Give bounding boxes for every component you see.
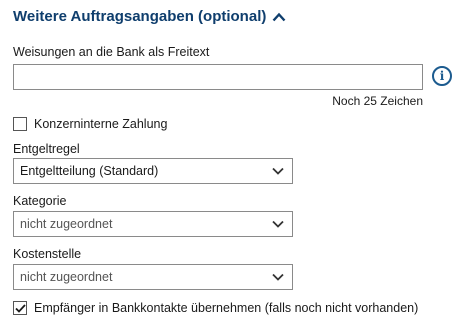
save-contact-label: Empfänger in Bankkontakte übernehmen (fa… [34, 301, 419, 315]
save-contact-checkbox[interactable] [13, 301, 27, 315]
freetext-field[interactable] [13, 64, 423, 90]
fee-rule-label: Entgeltregel [13, 142, 80, 156]
chevron-up-icon [272, 12, 286, 21]
chevron-down-icon [272, 167, 284, 175]
cost-center-value: nicht zugeordnet [20, 270, 113, 284]
character-counter: Noch 25 Zeichen [332, 94, 423, 108]
checkmark-icon [14, 303, 26, 313]
freetext-input[interactable] [14, 65, 422, 89]
section-toggle[interactable]: Weitere Auftragsangaben (optional) [13, 8, 286, 25]
category-select[interactable]: nicht zugeordnet [13, 211, 293, 237]
cost-center-label: Kostenstelle [13, 247, 82, 261]
fee-rule-select[interactable]: Entgeltteilung (Standard) [13, 158, 293, 184]
intercompany-checkbox[interactable] [13, 117, 27, 131]
intercompany-checkbox-row[interactable]: Konzerninterne Zahlung [13, 117, 167, 131]
fee-rule-value: Entgeltteilung (Standard) [20, 164, 159, 178]
category-label: Kategorie [13, 194, 67, 208]
save-contact-checkbox-row[interactable]: Empfänger in Bankkontakte übernehmen (fa… [13, 301, 418, 315]
freetext-label: Weisungen an die Bank als Freitext [13, 45, 210, 59]
info-icon[interactable]: i [432, 66, 452, 86]
section-title: Weitere Auftragsangaben (optional) [13, 8, 267, 25]
chevron-down-icon [272, 273, 284, 281]
chevron-down-icon [272, 220, 284, 228]
intercompany-label: Konzerninterne Zahlung [34, 117, 168, 131]
cost-center-select[interactable]: nicht zugeordnet [13, 264, 293, 290]
category-value: nicht zugeordnet [20, 217, 113, 231]
